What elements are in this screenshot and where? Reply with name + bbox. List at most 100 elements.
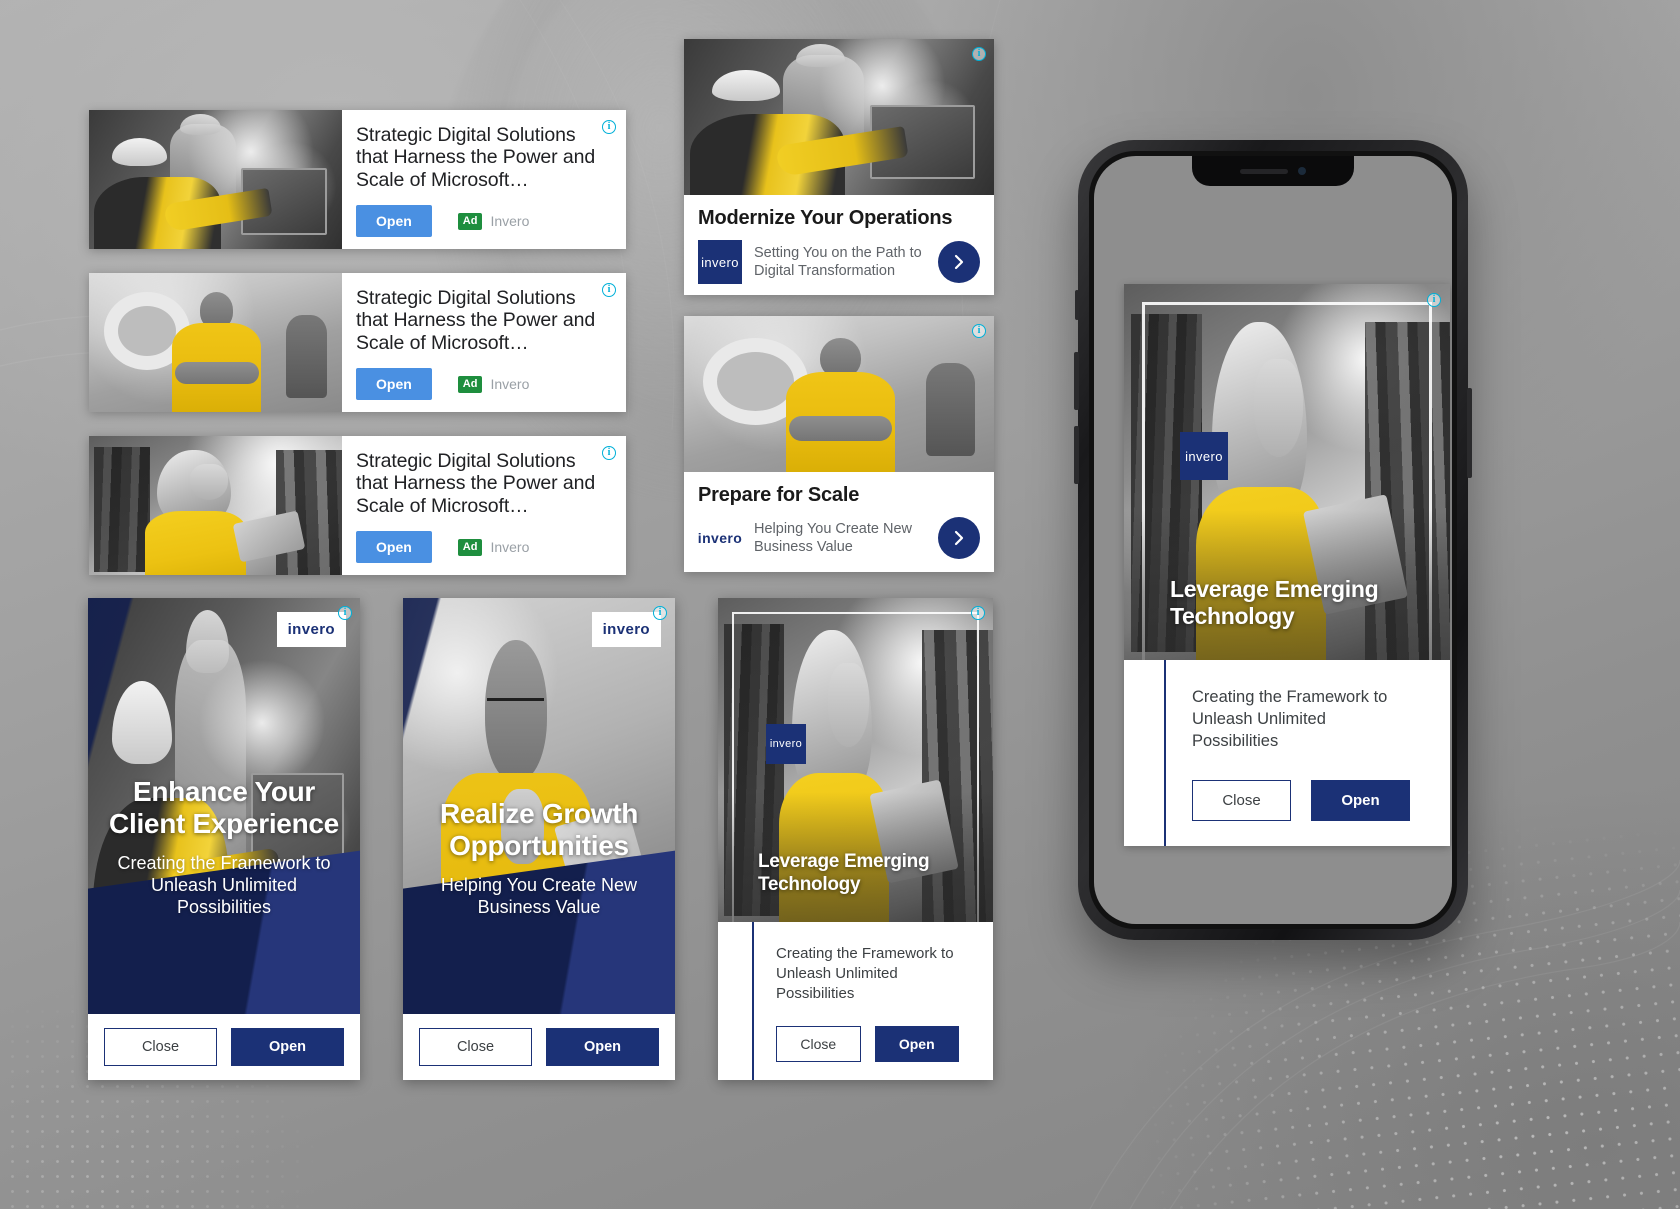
phone-ad-panel: Creating the Framework to Unleash Unlimi…: [1164, 660, 1430, 846]
advertiser-name: Invero: [490, 539, 530, 556]
close-button[interactable]: Close: [1192, 780, 1291, 821]
card-ad-subtitle: Helping You Create New Business Value: [754, 521, 912, 555]
phone-mockup: invero Leverage Emerging Technology i Cr…: [1074, 140, 1472, 940]
banner-ad-2-body: i Strategic Digital Solutions that Harne…: [342, 273, 626, 412]
interstitial-leverage-footer: Close Open: [776, 1026, 959, 1062]
interstitial-subtitle: Creating the Framework to Unleash Unlimi…: [776, 944, 959, 1004]
advertiser-name: Invero: [490, 376, 530, 393]
phone-volume-up-button[interactable]: [1074, 352, 1079, 410]
card-ad-title: Prepare for Scale: [698, 484, 860, 506]
interstitial-realize-text: Realize Growth Opportunities Helping You…: [403, 598, 675, 1014]
card-ad-cta-row: invero Setting You on the Path to Digita…: [698, 240, 980, 284]
interstitial-leverage-image: invero Leverage Emerging Technology i: [718, 598, 993, 922]
title-line-1: Leverage Emerging: [1170, 576, 1379, 602]
title-line-2: Technology: [758, 874, 861, 895]
phone-mute-switch[interactable]: [1075, 290, 1079, 320]
banner-ad-3-image: [89, 436, 342, 575]
interstitial-enhance-text: Enhance Your Client Experience Creating …: [88, 598, 360, 1014]
subtitle-line-2: Business Value: [477, 897, 601, 917]
invero-logo-tile: invero: [1180, 432, 1228, 480]
next-arrow-button[interactable]: [938, 517, 980, 559]
interstitial-subtitle: Helping You Create New Business Value: [421, 874, 657, 918]
banner-ad-2-headline: Strategic Digital Solutions that Harness…: [356, 287, 596, 354]
title-line-2: Opportunities: [449, 830, 629, 861]
droplet-icon: [798, 734, 803, 741]
invero-logo-tile: invero: [766, 724, 806, 764]
interstitial-realize[interactable]: Realize Growth Opportunities Helping You…: [403, 598, 675, 1080]
banner-ad-3[interactable]: i Strategic Digital Solutions that Harne…: [89, 436, 626, 575]
subtitle-line-2: Unleash Unlimited Possibilities: [776, 965, 898, 1002]
banner-ad-3-cta-row: Open Ad Invero: [356, 531, 612, 564]
phone-ad-image: invero Leverage Emerging Technology i: [1124, 284, 1450, 660]
info-icon[interactable]: i: [1427, 293, 1441, 307]
title-line-2: Client Experience: [109, 808, 339, 839]
subtitle-line-1: Creating the Framework to: [776, 945, 954, 962]
info-icon[interactable]: i: [971, 606, 985, 620]
invero-logo-badge: invero: [591, 612, 661, 647]
card-ad-modernize[interactable]: i Modernize Your Operations invero Setti…: [684, 39, 994, 295]
card-ad-prepare-body: Prepare for Scale invero Helping You Cre…: [684, 472, 994, 572]
card-ad-subtitle: Setting You on the Path to Digital Trans…: [754, 245, 922, 279]
phone-front-camera-icon: [1298, 167, 1306, 175]
card-ad-title: Modernize Your Operations: [698, 207, 953, 229]
invero-logo-plain: invero: [698, 530, 742, 546]
invero-logo-tile: invero: [698, 240, 742, 284]
open-button[interactable]: Open: [356, 531, 432, 564]
open-button[interactable]: Open: [231, 1028, 344, 1066]
close-button[interactable]: Close: [104, 1028, 217, 1066]
invero-logo-text: invero: [287, 621, 335, 638]
phone-interstitial-ad[interactable]: invero Leverage Emerging Technology i Cr…: [1124, 284, 1450, 846]
phone-power-button[interactable]: [1467, 388, 1472, 478]
banner-ad-2-image: [89, 273, 342, 412]
ad-badge: Ad: [457, 212, 483, 230]
phone-volume-down-button[interactable]: [1074, 426, 1079, 484]
open-button[interactable]: Open: [874, 1026, 959, 1062]
title-line-1: Leverage Emerging: [758, 851, 930, 872]
interstitial-enhance-footer: Close Open: [88, 1014, 360, 1080]
chevron-right-icon: [954, 254, 964, 270]
phone-ad-subtitle: Creating the Framework to Unleash Unlimi…: [1192, 686, 1410, 752]
invero-logo-text: invero: [602, 621, 650, 638]
banner-ad-1[interactable]: i Strategic Digital Solutions that Harne…: [89, 110, 626, 249]
phone-notch: [1192, 156, 1354, 186]
chevron-right-icon: [954, 530, 964, 546]
phone-ad-footer: Close Open: [1192, 780, 1410, 821]
info-icon[interactable]: i: [972, 324, 986, 338]
ad-badge: Ad: [457, 375, 483, 393]
interstitial-enhance[interactable]: Enhance Your Client Experience Creating …: [88, 598, 360, 1080]
next-arrow-button[interactable]: [938, 241, 980, 283]
open-button[interactable]: Open: [1311, 780, 1410, 821]
phone-ad-title: Leverage Emerging Technology: [1170, 576, 1432, 630]
banner-ad-3-body: i Strategic Digital Solutions that Harne…: [342, 436, 626, 575]
info-icon[interactable]: i: [338, 606, 352, 620]
interstitial-title: Enhance Your Client Experience: [106, 776, 342, 840]
card-ad-prepare-image: i: [684, 316, 994, 472]
info-icon[interactable]: i: [602, 283, 616, 297]
phone-bezel: invero Leverage Emerging Technology i Cr…: [1089, 151, 1457, 929]
advertiser-name: Invero: [490, 213, 530, 230]
interstitial-leverage[interactable]: invero Leverage Emerging Technology i Cr…: [718, 598, 993, 1080]
card-ad-modernize-body: Modernize Your Operations invero Setting…: [684, 195, 994, 295]
invero-logo-text: invero: [701, 254, 739, 270]
info-icon[interactable]: i: [602, 446, 616, 460]
close-button[interactable]: Close: [419, 1028, 532, 1066]
phone-speaker: [1240, 168, 1288, 174]
banner-ad-1-cta-row: Open Ad Invero: [356, 205, 612, 238]
interstitial-realize-image: Realize Growth Opportunities Helping You…: [403, 598, 675, 1014]
subtitle-line-1: Helping You Create New: [440, 875, 638, 895]
close-button[interactable]: Close: [776, 1026, 861, 1062]
card-ad-prepare[interactable]: i Prepare for Scale invero Helping You C…: [684, 316, 994, 572]
banner-ad-2[interactable]: i Strategic Digital Solutions that Harne…: [89, 273, 626, 412]
info-icon[interactable]: i: [653, 606, 667, 620]
ad-badge: Ad: [457, 538, 483, 556]
banner-ad-3-headline: Strategic Digital Solutions that Harness…: [356, 450, 596, 517]
title-line-1: Enhance Your: [132, 776, 316, 807]
open-button[interactable]: Open: [356, 368, 432, 401]
open-button[interactable]: Open: [356, 205, 432, 238]
invero-logo-badge: invero: [276, 612, 346, 647]
banner-ad-1-headline: Strategic Digital Solutions that Harness…: [356, 124, 596, 191]
phone-screen: invero Leverage Emerging Technology i Cr…: [1094, 156, 1452, 924]
info-icon[interactable]: i: [602, 120, 616, 134]
info-icon[interactable]: i: [972, 47, 986, 61]
open-button[interactable]: Open: [546, 1028, 659, 1066]
